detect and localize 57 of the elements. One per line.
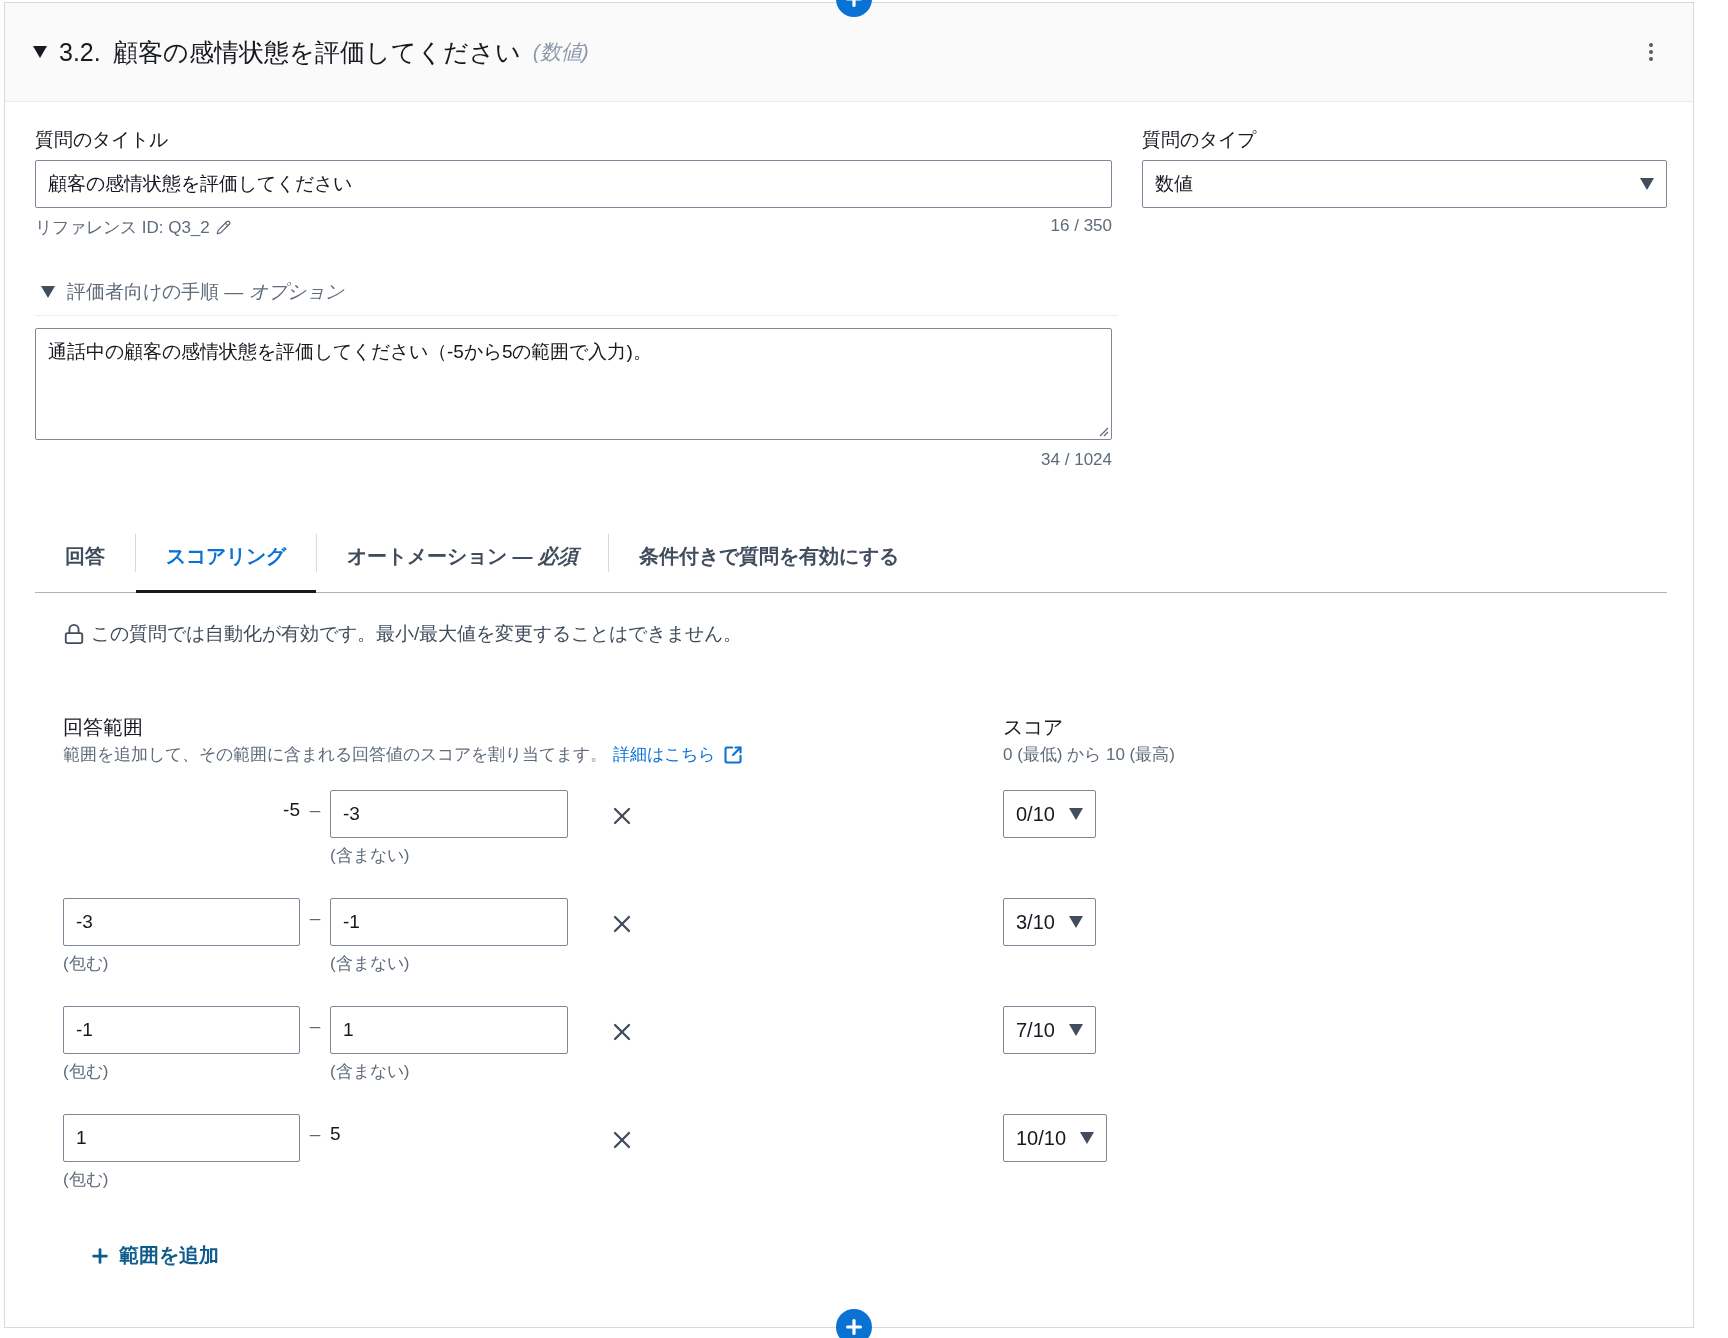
caret-icon[interactable] bbox=[41, 286, 55, 298]
lock-icon bbox=[63, 623, 85, 645]
title-field[interactable]: 顧客の感情状態を評価してください bbox=[35, 160, 1112, 208]
tab[interactable]: 回答 bbox=[35, 522, 135, 593]
range-dash: – bbox=[308, 1014, 322, 1038]
field-hint: (包む) bbox=[63, 1169, 109, 1191]
external-link-icon bbox=[723, 744, 743, 765]
caret-icon[interactable] bbox=[33, 46, 47, 58]
range-dash: – bbox=[308, 906, 322, 930]
instructions-field[interactable]: 通話中の顧客の感情状態を評価してください（-5から5の範囲で入力)。 bbox=[35, 328, 1112, 440]
add-icon[interactable] bbox=[836, 1309, 872, 1338]
number-field[interactable]: -1 bbox=[63, 1006, 300, 1054]
character-count: 34 / 1024 bbox=[1040, 450, 1112, 470]
section-description: 範囲を追加して、その範囲に含まれる回答値のスコアを割り当てます。 bbox=[63, 744, 607, 766]
pencil-icon[interactable] bbox=[215, 220, 231, 235]
caret-icon bbox=[1640, 178, 1654, 190]
field-label: 質問のタイプ bbox=[1142, 128, 1258, 152]
tab[interactable]: オートメーション — 必須 bbox=[317, 522, 609, 593]
question-title: 顧客の感情状態を評価してください bbox=[112, 36, 521, 68]
section-label: スコア bbox=[1003, 715, 1064, 739]
range-bound: -5 bbox=[283, 798, 300, 822]
section-label: 回答範囲 bbox=[63, 715, 144, 739]
number-field[interactable]: -3 bbox=[63, 898, 300, 946]
resize-grip-icon[interactable] bbox=[1097, 425, 1109, 437]
field-hint: (含まない) bbox=[330, 845, 410, 867]
type-select[interactable]: 数値 bbox=[1142, 160, 1667, 208]
question-type-hint: (数値) bbox=[532, 39, 589, 65]
field-label: 質問のタイトル bbox=[35, 128, 169, 152]
tab[interactable]: 条件付きで質問を有効にする bbox=[609, 522, 930, 593]
range-dash: – bbox=[308, 1122, 322, 1146]
score-select[interactable]: 7/10 bbox=[1003, 1006, 1096, 1054]
score-select[interactable]: 0/10 bbox=[1003, 790, 1096, 838]
range-dash: – bbox=[308, 798, 322, 822]
caret-icon bbox=[1068, 916, 1083, 928]
notice-text: この質問では自動化が有効です。最小/最大値を変更することはできません。 bbox=[91, 622, 743, 646]
section-description: 0 (最低) から 10 (最高) bbox=[1003, 744, 1175, 766]
range-bound: 5 bbox=[330, 1122, 341, 1146]
number-field[interactable]: 1 bbox=[63, 1114, 300, 1162]
caret-icon bbox=[1080, 1132, 1095, 1144]
question-number: 3.2. bbox=[59, 37, 101, 67]
score-select[interactable]: 3/10 bbox=[1003, 898, 1096, 946]
learn-more-link[interactable]: 詳細はこちら bbox=[613, 743, 743, 766]
caret-icon bbox=[1068, 808, 1083, 820]
tab[interactable]: スコアリング bbox=[136, 522, 316, 593]
caret-icon bbox=[1068, 1024, 1083, 1036]
field-hint: (包む) bbox=[63, 1061, 109, 1083]
score-select[interactable]: 10/10 bbox=[1003, 1114, 1108, 1162]
add-range-button[interactable]: 範囲を追加 bbox=[85, 1238, 223, 1273]
field-hint: (含まない) bbox=[330, 1061, 410, 1083]
number-field[interactable]: -3 bbox=[330, 790, 568, 838]
instructions-toggle[interactable]: 評価者向けの手順 — オプション bbox=[67, 279, 344, 305]
field-hint: (包む) bbox=[63, 953, 109, 975]
character-count: 16 / 350 bbox=[1050, 216, 1112, 237]
number-field[interactable]: -1 bbox=[330, 898, 568, 946]
reference-id: リファレンス ID: Q3_2 bbox=[35, 217, 210, 239]
field-hint: (含まない) bbox=[330, 953, 410, 975]
number-field[interactable]: 1 bbox=[330, 1006, 568, 1054]
